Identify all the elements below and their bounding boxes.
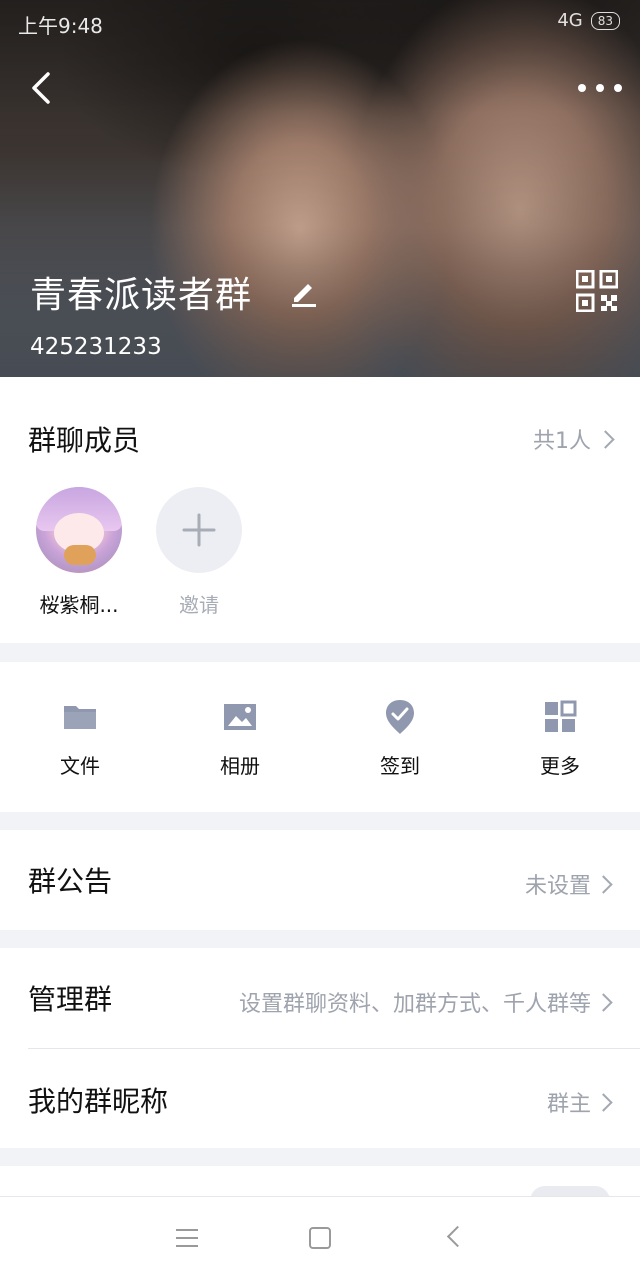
announcement-row[interactable]: 群公告 未设置 — [0, 830, 640, 930]
check-badge-icon — [386, 700, 414, 734]
announcement-value-group: 未设置 — [524, 868, 613, 900]
more-label: 更多 — [540, 754, 580, 778]
network-label: 4G — [557, 10, 583, 31]
files-label: 文件 — [60, 754, 100, 778]
announcement-title: 群公告 — [28, 865, 113, 898]
announcement-value: 未设置 — [524, 874, 591, 899]
manage-value-group: 设置群聊资料、加群方式、千人群等 — [238, 986, 613, 1018]
members-count: 共1人 — [533, 429, 591, 454]
members-title: 群聊成员 — [28, 424, 141, 457]
avatar — [36, 487, 122, 573]
back-nav-icon[interactable] — [446, 1225, 469, 1248]
more-dot — [614, 84, 622, 92]
member-item[interactable]: 桜紫桐... — [34, 487, 124, 618]
status-indicators: 4G 83 — [557, 10, 620, 31]
manage-section: 管理群 设置群聊资料、加群方式、千人群等 我的群昵称 群主 — [0, 948, 640, 1148]
system-nav-bar — [0, 1196, 640, 1281]
chevron-right-icon — [594, 992, 613, 1012]
manage-value: 设置群聊资料、加群方式、千人群等 — [238, 992, 591, 1017]
invite-label: 邀请 — [179, 593, 219, 617]
checkin-shortcut[interactable]: 签到 — [360, 698, 440, 779]
shortcuts-section: 文件 相册 签到 更多 — [0, 662, 640, 812]
pencil-icon[interactable] — [288, 276, 320, 308]
folder-icon — [64, 706, 96, 729]
banner-overlay — [0, 0, 640, 377]
chevron-right-icon — [594, 1092, 613, 1112]
home-icon[interactable] — [309, 1227, 331, 1249]
qr-code-icon[interactable] — [575, 269, 619, 313]
chevron-right-icon — [594, 874, 613, 894]
members-section: 群聊成员 共1人 桜紫桐... 邀请 — [0, 377, 640, 643]
divider — [28, 1048, 640, 1049]
status-time: 上午9:48 — [18, 14, 103, 38]
group-id: 425231233 — [30, 334, 162, 360]
plus-icon — [156, 487, 242, 573]
nickname-value-group: 群主 — [546, 1086, 613, 1118]
manage-title: 管理群 — [28, 983, 113, 1016]
invite-button[interactable]: 邀请 — [154, 487, 244, 618]
group-name: 青春派读者群 — [30, 275, 253, 316]
more-dot — [578, 84, 586, 92]
avatar-burger — [64, 545, 96, 565]
album-label: 相册 — [220, 754, 260, 778]
more-dot — [596, 84, 604, 92]
files-shortcut[interactable]: 文件 — [40, 698, 120, 779]
checkin-label: 签到 — [380, 754, 420, 778]
member-name: 桜紫桐... — [39, 593, 119, 617]
grid-icon — [545, 700, 577, 732]
nickname-title: 我的群昵称 — [28, 1085, 169, 1118]
image-icon — [224, 704, 256, 730]
group-header-banner: 上午9:48 4G 83 青春派读者群 425231233 — [0, 0, 640, 377]
more-button[interactable] — [578, 78, 622, 98]
nickname-value: 群主 — [546, 1092, 591, 1117]
battery-icon: 83 — [590, 11, 620, 30]
album-shortcut[interactable]: 相册 — [200, 698, 280, 779]
back-button[interactable] — [24, 68, 64, 108]
chevron-right-icon — [596, 429, 615, 449]
menu-icon[interactable] — [176, 1229, 198, 1247]
more-shortcut[interactable]: 更多 — [520, 698, 600, 779]
chevron-left-icon — [32, 72, 50, 104]
members-count-link[interactable]: 共1人 — [533, 423, 615, 455]
